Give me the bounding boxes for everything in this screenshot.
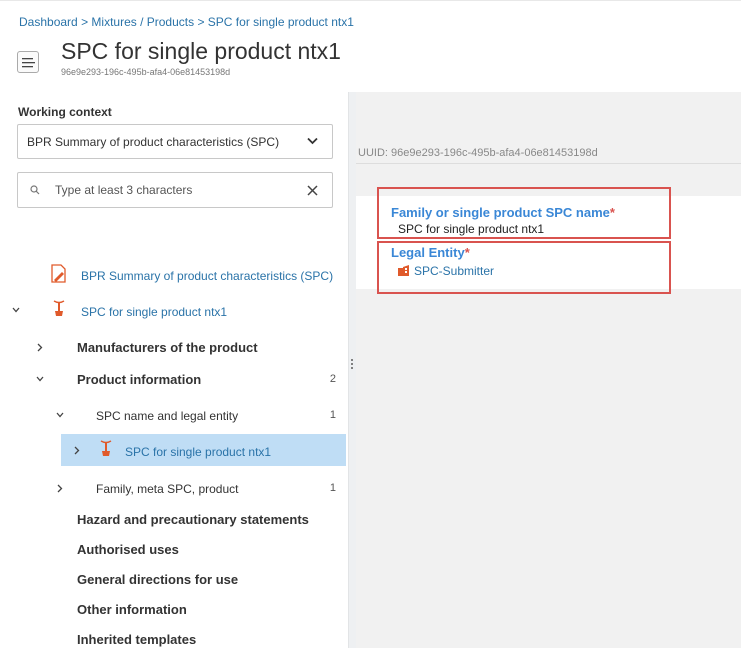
detail-panel <box>356 92 741 648</box>
tree-item-product-information[interactable]: Product information 2 <box>0 364 348 394</box>
document-edit-icon <box>51 264 66 283</box>
product-icon <box>100 440 112 456</box>
search-input[interactable] <box>55 181 295 199</box>
tree-item-label: Inherited templates <box>77 632 197 647</box>
working-context-label: Working context <box>18 105 112 119</box>
search-icon <box>30 185 40 195</box>
product-icon <box>53 300 65 316</box>
tree-item-label: SPC for single product ntx1 <box>81 305 228 319</box>
tree-item-label: Authorised uses <box>77 542 179 557</box>
tree-item-label: SPC name and legal entity <box>96 409 239 423</box>
tree-item-label: SPC for single product ntx1 <box>125 445 272 459</box>
spc-name-label: Family or single product SPC name* <box>391 205 615 220</box>
chevron-down-icon[interactable] <box>56 412 64 418</box>
tree-item-family-meta[interactable]: Family, meta SPC, product 1 <box>0 473 348 503</box>
breadcrumb-dashboard[interactable]: Dashboard <box>19 15 78 29</box>
tree-item-hazard[interactable]: Hazard and precautionary statements <box>0 504 348 534</box>
required-mark: * <box>464 245 470 260</box>
tree-item-authorised-uses[interactable]: Authorised uses <box>0 534 348 564</box>
chevron-right-icon[interactable] <box>74 446 80 455</box>
panel-splitter[interactable] <box>348 92 356 648</box>
breadcrumb-separator: > <box>197 15 208 29</box>
tree-item-spc-document[interactable]: BPR Summary of product characteristics (… <box>0 260 348 290</box>
tree-item-count: 1 <box>329 409 336 421</box>
tree-item-label: Hazard and precautionary statements <box>77 512 309 527</box>
required-mark: * <box>609 205 615 220</box>
splitter-grip[interactable] <box>351 358 353 370</box>
legal-entity-label-text: Legal Entity <box>391 245 465 260</box>
tree-item-spc-root[interactable]: SPC for single product ntx1 <box>0 295 348 325</box>
top-border <box>0 0 741 1</box>
chevron-down-icon <box>307 137 318 145</box>
breadcrumb-current: SPC for single product ntx1 <box>207 15 354 29</box>
tree-item-label: BPR Summary of product characteristics (… <box>81 269 334 283</box>
tree-item-label: Manufacturers of the product <box>77 340 258 355</box>
spc-name-label-text: Family or single product SPC name <box>391 205 610 220</box>
chevron-down-icon[interactable] <box>12 307 20 313</box>
page-uuid: 96e9e293-196c-495b-afa4-06e81453198d <box>61 67 231 77</box>
chevron-right-icon[interactable] <box>57 484 63 493</box>
tree-item-label: Product information <box>77 372 202 387</box>
tree-item-label: Other information <box>77 602 187 617</box>
breadcrumb-separator: > <box>81 15 92 29</box>
tree-item-other-information[interactable]: Other information <box>0 594 348 624</box>
detail-uuid: UUID: 96e9e293-196c-495b-afa4-06e8145319… <box>358 147 598 159</box>
tree-item-general-directions[interactable]: General directions for use <box>0 564 348 594</box>
chevron-down-icon[interactable] <box>36 376 44 382</box>
tree-item-spc-name-legal-entity[interactable]: SPC name and legal entity 1 <box>0 400 348 430</box>
tree-item-inherited-templates[interactable]: Inherited templates <box>0 624 348 654</box>
tree-item-selected-spc[interactable]: SPC for single product ntx1 <box>61 434 346 466</box>
menu-toggle-button[interactable] <box>17 51 39 73</box>
chevron-right-icon[interactable] <box>37 343 43 352</box>
menu-icon <box>22 58 35 68</box>
entity-icon <box>398 265 409 276</box>
tree-item-count: 2 <box>329 373 336 385</box>
legal-entity-value: SPC-Submitter <box>414 264 495 278</box>
spc-name-value[interactable]: SPC for single product ntx1 <box>398 222 544 236</box>
tree-item-label: General directions for use <box>77 572 239 587</box>
tree-item-count: 1 <box>329 482 336 494</box>
page-title: SPC for single product ntx1 <box>61 38 341 64</box>
legal-entity-link[interactable]: SPC-Submitter <box>398 264 494 278</box>
working-context-value: BPR Summary of product characteristics (… <box>27 135 280 149</box>
tree-search <box>17 172 333 208</box>
divider <box>356 163 741 164</box>
breadcrumb-mixtures[interactable]: Mixtures / Products <box>91 15 194 29</box>
legal-entity-label: Legal Entity* <box>391 245 470 260</box>
tree-item-manufacturers[interactable]: Manufacturers of the product <box>0 332 348 362</box>
breadcrumb: Dashboard > Mixtures / Products > SPC fo… <box>19 15 354 29</box>
working-context-select[interactable]: BPR Summary of product characteristics (… <box>17 124 333 159</box>
close-icon[interactable] <box>307 185 318 196</box>
tree-item-label: Family, meta SPC, product <box>96 482 239 496</box>
